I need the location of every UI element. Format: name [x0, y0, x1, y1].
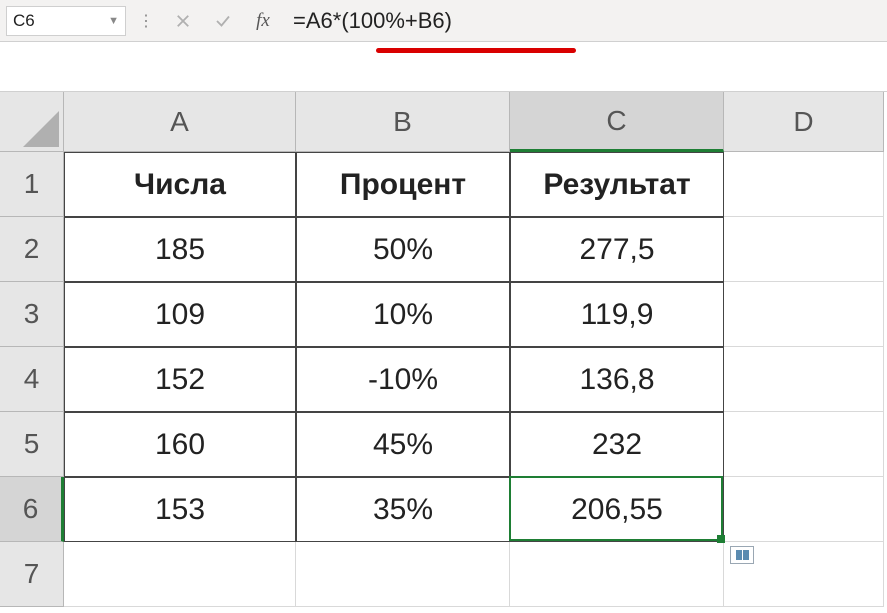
select-all-corner[interactable] — [0, 92, 64, 152]
cell-A6[interactable]: 153 — [64, 477, 296, 542]
cell-B2[interactable]: 50% — [296, 217, 510, 282]
cell-C5[interactable]: 232 — [510, 412, 724, 477]
autofill-options-icon — [736, 550, 749, 560]
formula-input[interactable]: =A6*(100%+B6) — [287, 6, 881, 36]
cell-A4[interactable]: 152 — [64, 347, 296, 412]
chevron-down-icon: ▼ — [108, 15, 119, 27]
cell-D5[interactable] — [724, 412, 884, 477]
cell-B3[interactable]: 10% — [296, 282, 510, 347]
cell-D2[interactable] — [724, 217, 884, 282]
cell-A1[interactable]: Числа — [64, 152, 296, 217]
cell-A7[interactable] — [64, 542, 296, 607]
row-header-5[interactable]: 5 — [0, 412, 64, 477]
row-header-6[interactable]: 6 — [0, 477, 64, 542]
cell-C4[interactable]: 136,8 — [510, 347, 724, 412]
row-header-4[interactable]: 4 — [0, 347, 64, 412]
cell-C6[interactable]: 206,55 — [510, 477, 724, 542]
spreadsheet-grid[interactable]: ABCD 1234567 ЧислаПроцентРезультат 18550%27… — [0, 92, 887, 607]
cell-B6[interactable]: 35% — [296, 477, 510, 542]
name-box-value: C6 — [13, 11, 35, 31]
column-header-B[interactable]: B — [296, 92, 510, 152]
column-header-A[interactable]: A — [64, 92, 296, 152]
cell-D3[interactable] — [724, 282, 884, 347]
formula-expand-area — [0, 42, 887, 92]
cell-A2[interactable]: 185 — [64, 217, 296, 282]
drag-handle-icon[interactable]: ⋮ — [134, 11, 159, 31]
name-box[interactable]: C6 ▼ — [6, 6, 126, 36]
row-header-1[interactable]: 1 — [0, 152, 64, 217]
row-header-3[interactable]: 3 — [0, 282, 64, 347]
column-header-D[interactable]: D — [724, 92, 884, 152]
x-icon — [174, 12, 192, 30]
cell-B5[interactable]: 45% — [296, 412, 510, 477]
cancel-button[interactable] — [167, 6, 199, 36]
cell-A3[interactable]: 109 — [64, 282, 296, 347]
check-icon — [214, 12, 232, 30]
formula-bar: C6 ▼ ⋮ fx =A6*(100%+B6) — [0, 0, 887, 42]
fx-icon: fx — [256, 10, 270, 32]
autofill-options-button[interactable] — [730, 546, 754, 564]
column-header-C[interactable]: C — [510, 92, 724, 152]
cell-C2[interactable]: 277,5 — [510, 217, 724, 282]
cell-C1[interactable]: Результат — [510, 152, 724, 217]
annotation-underline — [376, 48, 576, 53]
cell-C7[interactable] — [510, 542, 724, 607]
cell-B7[interactable] — [296, 542, 510, 607]
cell-D1[interactable] — [724, 152, 884, 217]
cell-C3[interactable]: 119,9 — [510, 282, 724, 347]
row-header-2[interactable]: 2 — [0, 217, 64, 282]
cell-D4[interactable] — [724, 347, 884, 412]
formula-text: =A6*(100%+B6) — [293, 8, 452, 34]
fx-button[interactable]: fx — [247, 6, 279, 36]
enter-button[interactable] — [207, 6, 239, 36]
cell-B1[interactable]: Процент — [296, 152, 510, 217]
cell-B4[interactable]: -10% — [296, 347, 510, 412]
cell-A5[interactable]: 160 — [64, 412, 296, 477]
cell-D6[interactable] — [724, 477, 884, 542]
row-header-7[interactable]: 7 — [0, 542, 64, 607]
